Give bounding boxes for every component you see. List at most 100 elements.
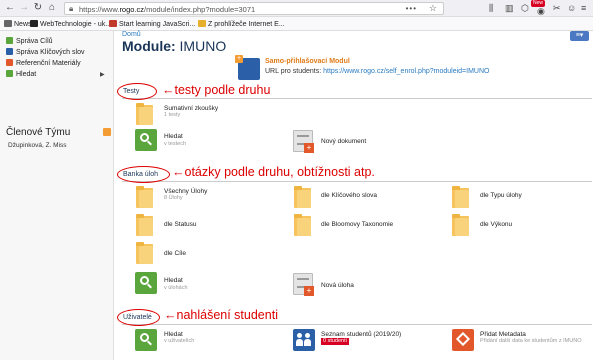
users-icon[interactable] (293, 329, 315, 351)
folder-icon[interactable] (136, 214, 153, 236)
section-divider (122, 98, 592, 99)
reference-icon (6, 59, 13, 66)
team-member[interactable]: Džupinková, Z. Miss (8, 142, 67, 149)
highlight-oval (117, 166, 170, 183)
search-icon[interactable] (135, 329, 157, 351)
bookmark-webtechnologie[interactable]: WebTechnologie - uk... (30, 20, 111, 28)
tile-label[interactable]: dle Cíle (164, 250, 186, 257)
search-tests-sub: v testech (164, 141, 187, 147)
self-enrol-url: URL pro students: https://www.rogo.cz/se… (265, 68, 489, 75)
javascript-icon (109, 20, 117, 27)
forward-arrow-icon[interactable]: → (18, 2, 30, 14)
globe-icon (30, 20, 38, 27)
new-question-label[interactable]: Nová úloha (321, 282, 354, 289)
title-module-name: IMUNO (179, 38, 227, 54)
bookmark-ie-folder[interactable]: Z prohlížeče Internet E... (198, 20, 285, 28)
tile-label[interactable]: dle Bloomovy Taxonomie (321, 221, 393, 228)
keywords-icon (6, 48, 13, 55)
folder-icon[interactable] (294, 186, 311, 208)
search-icon[interactable] (135, 129, 157, 151)
folder-icon[interactable] (452, 214, 469, 236)
lock-icon: 🔒︎ (69, 4, 74, 13)
bookmark-label: Start learning JavaScri... (119, 21, 196, 28)
folder-icon[interactable] (452, 186, 469, 208)
url-prefix: https://www. (79, 5, 120, 14)
caret-right-icon[interactable]: ▶ (100, 71, 105, 78)
search-icon (6, 70, 13, 77)
tile-label[interactable]: dle Klíčového slova (321, 192, 377, 199)
bookmarks-bar: News WebTechnologie - uk... Start learni… (0, 17, 593, 31)
breadcrumb[interactable]: Domů (122, 31, 141, 38)
search-icon[interactable] (135, 272, 157, 294)
edit-members-icon[interactable] (103, 128, 111, 136)
tile-label[interactable]: Sumativní zkoušky (164, 105, 218, 112)
address-bar[interactable]: 🔒︎ https://www.rogo.cz/module/index.php?… (64, 2, 444, 15)
library-icon[interactable]: ⫼ (489, 3, 493, 13)
sidebar: Správa Cílů Správa Klíčových slov Refere… (0, 31, 114, 360)
tile-sub: 8 Úlohy (164, 195, 183, 201)
annotation-banka: ←otázky podle druhu, obtížnosti atp. (172, 165, 375, 179)
add-metadata-label[interactable]: Přidat Metadata (480, 331, 526, 338)
browser-toolbar: ← → ↻ ⌂ 🔒︎ https://www.rogo.cz/module/in… (0, 0, 593, 17)
url-value[interactable]: https://www.rogo.cz/self_enrol.php?modul… (323, 68, 489, 75)
url-label: URL pro students: (265, 68, 322, 75)
news-icon (4, 20, 12, 27)
smiley-icon[interactable]: ☺ (567, 3, 576, 13)
plus-icon: + (235, 55, 243, 63)
home-icon[interactable]: ⌂ (46, 2, 58, 14)
new-document-label[interactable]: Nový dokument (321, 138, 366, 145)
sidebar-item-label: Referenční Materiály (16, 60, 81, 67)
search-tests-label[interactable]: Hledat (164, 133, 183, 140)
search-questions-sub: v úlohách (164, 285, 188, 291)
folder-icon (136, 103, 153, 125)
section-divider (122, 324, 592, 325)
new-question-icon[interactable]: + (293, 273, 314, 296)
tile-label[interactable]: dle Typu úlohy (480, 192, 522, 199)
sidebar-item-hledat[interactable]: Hledat (6, 70, 36, 78)
tile-label[interactable]: dle Výkonu (480, 221, 512, 228)
annotation-uzivatele: ←nahlášení studenti (164, 308, 278, 322)
sidebar-item-label: Správa Klíčových slov (16, 49, 85, 56)
sidebar-toggle-icon[interactable]: ▥ (505, 3, 514, 13)
bookmark-star-icon[interactable]: ☆ (429, 3, 437, 14)
main-content: Domů Module: IMUNO ≡▾ + Samo-přihlašovac… (114, 31, 593, 360)
highlight-oval (117, 309, 160, 326)
page-actions-icon[interactable]: ••• (406, 4, 417, 13)
tile-label[interactable]: Všechny Úlohy (164, 188, 207, 195)
title-prefix: Module: (122, 38, 176, 54)
highlight-oval (117, 83, 157, 100)
sidebar-item-cile[interactable]: Správa Cílů (6, 37, 53, 45)
extension-icon[interactable]: ⬡ (521, 3, 529, 13)
students-list-label[interactable]: Seznam studentů (2019/20) (321, 331, 401, 338)
new-document-icon[interactable]: + (293, 130, 314, 153)
search-users-label[interactable]: Hledat (164, 331, 183, 338)
menu-icon[interactable]: ≡ (581, 3, 586, 13)
tile-label[interactable]: dle Statusu (164, 221, 197, 228)
search-users-sub: v uživatelích (164, 338, 195, 344)
sidebar-item-materialy[interactable]: Referenční Materiály (6, 59, 81, 67)
page-title: Module: IMUNO (122, 38, 226, 54)
sidebar-item-label: Správa Cílů (16, 38, 53, 45)
students-badge: 0 studenti (321, 338, 349, 345)
bookmark-label: Z prohlížeče Internet E... (208, 21, 285, 28)
tag-icon[interactable] (452, 329, 474, 351)
screenshot-icon[interactable]: ✂ (553, 3, 561, 13)
bookmark-label: WebTechnologie - uk... (40, 21, 112, 28)
folder-icon[interactable] (294, 214, 311, 236)
hamburger-menu-button[interactable]: ≡▾ (570, 31, 589, 41)
add-metadata-sub: Přidání další data ke studentům z IMUNO (480, 338, 582, 344)
bookmark-javascript[interactable]: Start learning JavaScri... (109, 20, 195, 28)
bookmark-label: News (14, 21, 32, 28)
search-questions-label[interactable]: Hledat (164, 277, 183, 284)
self-enrol-link[interactable]: Samo-přihlašovací Modul (265, 58, 350, 65)
back-arrow-icon[interactable]: ← (4, 2, 16, 14)
addon-icon[interactable]: ◉ (537, 6, 545, 16)
bookmark-news[interactable]: News (4, 20, 32, 28)
folder-icon[interactable] (136, 242, 153, 264)
reload-icon[interactable]: ↻ (32, 2, 44, 14)
folder-icon[interactable] (136, 186, 153, 208)
tile-sub: 1 testy (164, 112, 181, 118)
self-enrol-icon[interactable]: + (235, 55, 260, 80)
sidebar-item-label: Hledat (16, 71, 37, 78)
sidebar-item-klicova-slova[interactable]: Správa Klíčových slov (6, 48, 84, 56)
